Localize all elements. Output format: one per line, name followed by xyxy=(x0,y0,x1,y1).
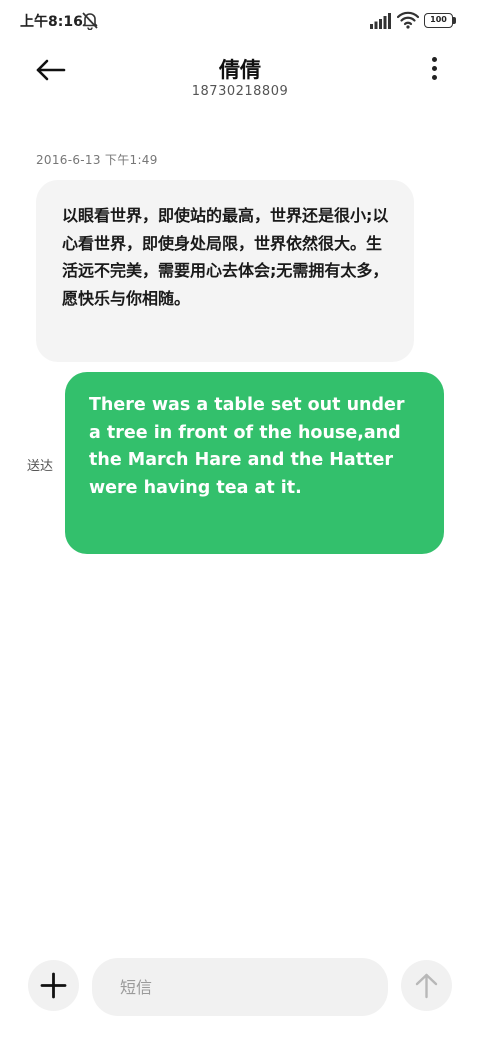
outgoing-message-text: There was a table set out under a tree i… xyxy=(89,395,405,498)
battery-icon: 100 xyxy=(424,13,456,28)
send-button[interactable] xyxy=(401,960,452,1011)
attach-button[interactable] xyxy=(28,960,79,1011)
delivery-status: 送达 xyxy=(27,459,54,474)
contact-name: 倩倩 xyxy=(219,58,261,82)
plus-icon xyxy=(40,972,67,999)
conversation-header: 倩倩 18730218809 xyxy=(0,40,480,110)
incoming-message-bubble[interactable]: 以眼看世界，即使站的最高，世界还是很小;以心看世界，即使身处局限，世界依然很大。… xyxy=(36,180,414,362)
wifi-icon xyxy=(397,11,419,29)
more-menu-icon[interactable] xyxy=(422,54,446,86)
message-timestamp: 2016-6-13 下午1:49 xyxy=(36,153,158,167)
signal-icon xyxy=(370,13,391,29)
contact-number: 18730218809 xyxy=(191,84,289,99)
incoming-message-text: 以眼看世界，即使站的最高，世界还是很小;以心看世界，即使身处局限，世界依然很大。… xyxy=(62,206,389,308)
mute-icon xyxy=(82,12,98,30)
status-time: 上午8:16 xyxy=(20,14,83,30)
sms-conversation-screen: 上午8:16 100 倩倩 18730218809 2016-6-13 下午1:… xyxy=(0,0,480,1040)
send-arrow-icon xyxy=(415,973,438,999)
outgoing-message-bubble[interactable]: There was a table set out under a tree i… xyxy=(65,372,444,554)
status-bar: 上午8:16 100 xyxy=(0,0,480,40)
message-input[interactable] xyxy=(92,958,388,1016)
battery-level: 100 xyxy=(424,13,453,28)
